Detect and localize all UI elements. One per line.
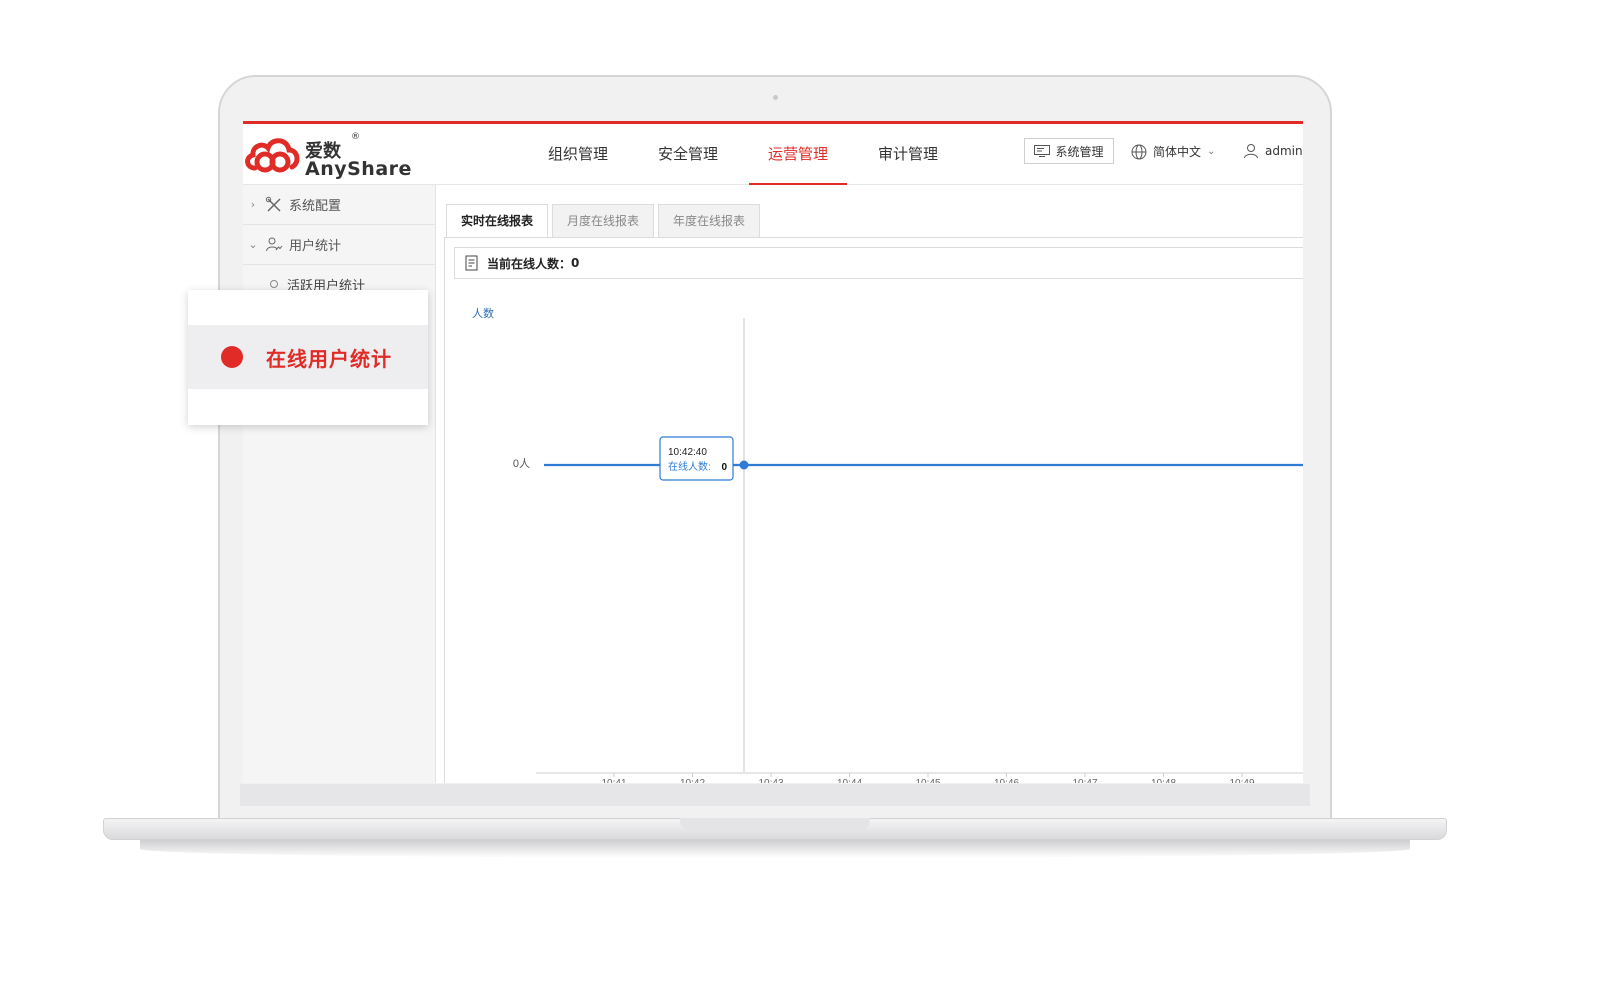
sidebar-item-system-config[interactable]: › 系统配置: [243, 185, 435, 225]
tooltip-value: 0: [721, 462, 727, 473]
chevron-down-icon: ⌄: [248, 238, 258, 251]
chevron-right-icon: ›: [250, 198, 256, 211]
monitor-icon: [1034, 145, 1051, 157]
sidebar-item-user-stats[interactable]: ⌄ 用户统计: [243, 225, 435, 265]
language-selector[interactable]: 简体中文 ⌄: [1131, 143, 1215, 160]
x-tick-label: 10:44: [837, 778, 862, 783]
x-tick-label: 10:46: [994, 778, 1019, 783]
sidebar: › 系统配置 ⌄ 用户统计 活跃用户统计: [243, 185, 436, 783]
series-group: [544, 460, 1303, 470]
app-screen: 爱数 ® AnyShare 组织管理 安全管理 运营管理 审计管理 系统管理 简…: [243, 121, 1303, 783]
laptop-shadow: [140, 840, 1410, 858]
callout-label: 在线用户统计: [266, 346, 392, 371]
brand-name-en: AnyShare: [305, 158, 412, 180]
registered-mark: ®: [351, 132, 360, 142]
header: 爱数 ® AnyShare 组织管理 安全管理 运营管理 审计管理 系统管理 简…: [243, 124, 1303, 185]
online-count-bar: 当前在线人数： 0: [454, 247, 1303, 279]
x-tick-label: 10:49: [1229, 778, 1254, 783]
tab-monthly[interactable]: 月度在线报表: [552, 204, 655, 237]
globe-icon: [1131, 144, 1147, 159]
x-tick-label: 10:43: [758, 778, 783, 783]
laptop-bezel-bottom: [240, 784, 1310, 806]
user-icon: [1244, 144, 1258, 159]
tab-realtime[interactable]: 实时在线报表: [446, 204, 549, 237]
chevron-down-icon: ⌄: [1207, 146, 1216, 157]
main-content: 实时在线报表 月度在线报表 年度在线报表 当前在线人数： 0 人数 10:411…: [444, 185, 1303, 783]
x-tick-label: 10:41: [601, 778, 626, 783]
language-label: 简体中文: [1153, 145, 1202, 159]
nav-item-security[interactable]: 安全管理: [633, 124, 743, 184]
bullet-icon: [270, 280, 278, 288]
system-management-label: 系统管理: [1055, 144, 1104, 159]
tabs-divider: [444, 237, 1303, 238]
report-icon: [465, 255, 479, 271]
main-nav: 组织管理 安全管理 运营管理 审计管理: [523, 124, 963, 185]
tab-yearly[interactable]: 年度在线报表: [658, 204, 761, 237]
online-users-chart: 人数 10:4110:4210:4310:4410:4510:4610:4710…: [472, 307, 1303, 783]
y-axis-label: 人数: [472, 307, 494, 320]
x-tick-label: 10:42: [680, 778, 705, 783]
nav-item-org[interactable]: 组织管理: [523, 124, 633, 184]
chart-tooltip: 10:42:40 在线人数: 0: [659, 436, 734, 481]
x-tick-label: 10:47: [1072, 778, 1097, 783]
camera-dot: [773, 95, 778, 100]
sidebar-item-label: 用户统计: [289, 239, 342, 254]
online-user-stats-callout[interactable]: 在线用户统计: [188, 290, 428, 425]
report-tabs: 实时在线报表 月度在线报表 年度在线报表: [446, 204, 761, 237]
tooltip-time: 10:42:40: [668, 447, 707, 458]
red-dot-icon: [221, 346, 243, 368]
user-menu[interactable]: admin: [1243, 143, 1303, 159]
brand-logo[interactable]: 爱数 ® AnyShare: [243, 130, 413, 182]
online-count-label: 当前在线人数：: [487, 256, 572, 271]
online-count-value: 0: [571, 256, 580, 270]
system-management-button[interactable]: 系统管理: [1024, 138, 1114, 164]
nav-item-audit[interactable]: 审计管理: [853, 124, 963, 184]
x-tick-label: 10:48: [1151, 778, 1176, 783]
x-axis-ticks: 10:41 10:42 10:43 10:44 10:45 10:46 10:47 10:48…: [601, 773, 1255, 783]
callout-band: 在线用户统计: [188, 325, 428, 389]
user-stats-icon: [263, 236, 285, 254]
sidebar-item-label: 系统配置: [289, 199, 342, 214]
data-point[interactable]: [739, 460, 749, 470]
tools-icon: [263, 196, 285, 214]
tooltip-label: 在线人数:: [668, 460, 711, 473]
nav-item-operations[interactable]: 运营管理: [743, 124, 853, 185]
y-tick-label: 0人: [513, 457, 530, 470]
laptop-notch: [680, 818, 870, 832]
cloud-logo-icon: [245, 138, 300, 173]
x-tick-label: 10:45: [915, 778, 940, 783]
username: admin: [1265, 144, 1303, 158]
